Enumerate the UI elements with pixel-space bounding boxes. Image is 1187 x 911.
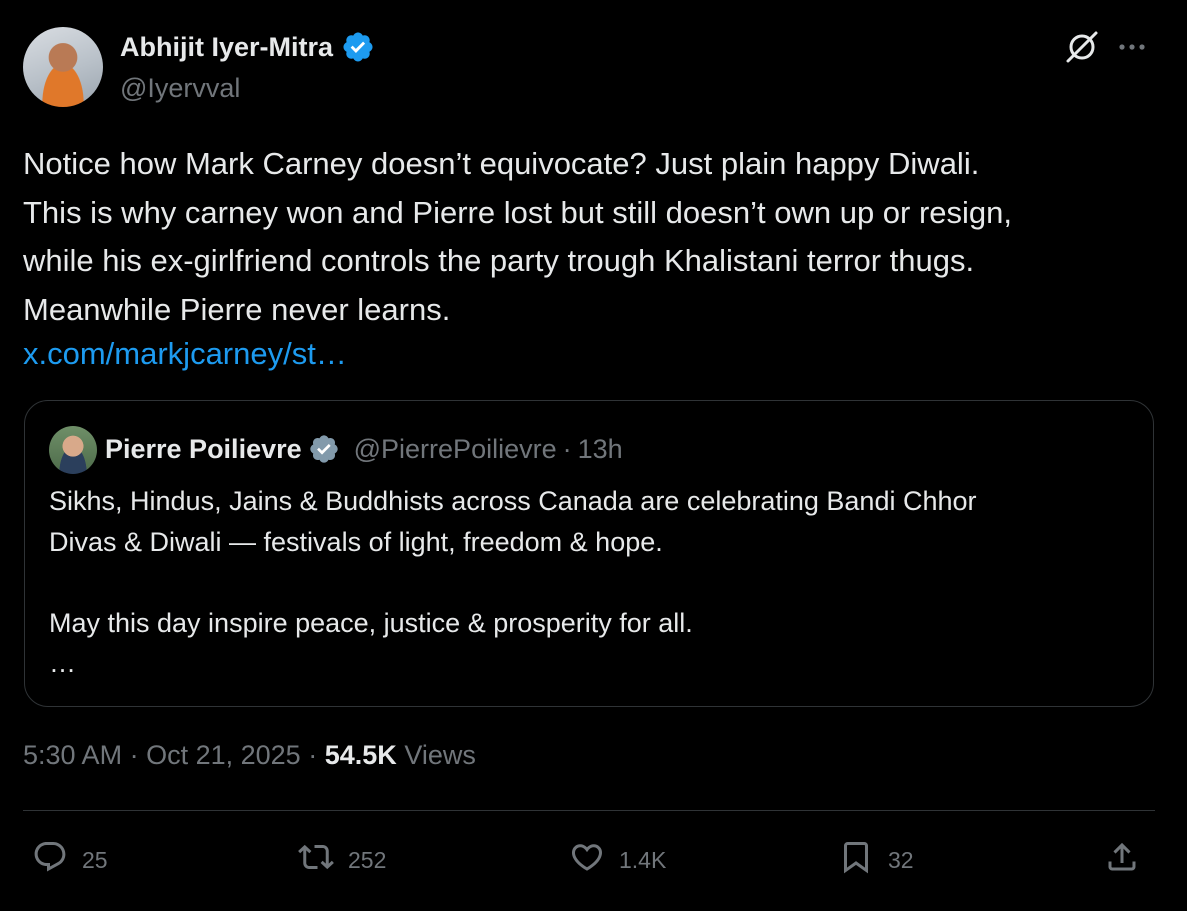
heart-icon [569,839,605,881]
separator-dot: · [562,433,572,464]
share-icon [1104,839,1140,881]
separator-dot: · [129,740,139,770]
grok-icon[interactable] [1062,27,1102,67]
like-count: 1.4K [619,846,667,873]
like-button[interactable]: 1.4K [569,838,666,882]
reply-count: 25 [82,846,108,873]
author-avatar[interactable] [23,27,103,107]
tweet-link[interactable]: x.com/markjcarney/st… [23,330,347,378]
divider [23,810,1155,811]
quoted-author-avatar[interactable] [49,426,97,474]
quoted-author-name[interactable]: Pierre Poilievre [105,434,302,465]
tweet-text: Notice how Mark Carney doesn’t equivocat… [23,146,1013,327]
share-button[interactable] [1104,838,1140,882]
more-icon[interactable] [1117,33,1147,61]
reply-button[interactable]: 25 [32,838,108,882]
views-label: Views [404,740,476,770]
quoted-author-handle[interactable]: @PierrePoilievre [354,434,557,465]
verified-badge-icon[interactable] [341,30,375,64]
tweet-time[interactable]: 5:30 AM [23,740,122,770]
quoted-tweet[interactable]: Pierre Poilievre @PierrePoilievre · 13h … [24,400,1154,707]
repost-count: 252 [348,846,387,873]
quoted-tweet-time[interactable]: 13h [578,434,623,465]
repost-icon [298,839,334,881]
bookmark-button[interactable]: 32 [838,838,914,882]
views-count: 54.5K [324,740,397,770]
separator-dot: · [308,740,318,770]
author-name-row: Abhijit Iyer-Mitra [120,30,375,64]
bookmark-count: 32 [888,846,914,873]
author-name[interactable]: Abhijit Iyer-Mitra [120,30,333,64]
author-handle[interactable]: @Iyervval [120,72,240,104]
quoted-tweet-header: Pierre Poilievre @PierrePoilievre · 13h [105,433,623,465]
quoted-tweet-text: Sikhs, Hindus, Jains & Buddhists across … [49,486,977,678]
bookmark-icon [838,839,874,881]
verified-badge-icon[interactable] [308,433,340,465]
tweet-metadata: 5:30 AM · Oct 21, 2025 · 54.5K Views [23,740,476,771]
repost-button[interactable]: 252 [298,838,386,882]
reply-icon [32,839,68,881]
tweet-date[interactable]: Oct 21, 2025 [146,740,301,770]
